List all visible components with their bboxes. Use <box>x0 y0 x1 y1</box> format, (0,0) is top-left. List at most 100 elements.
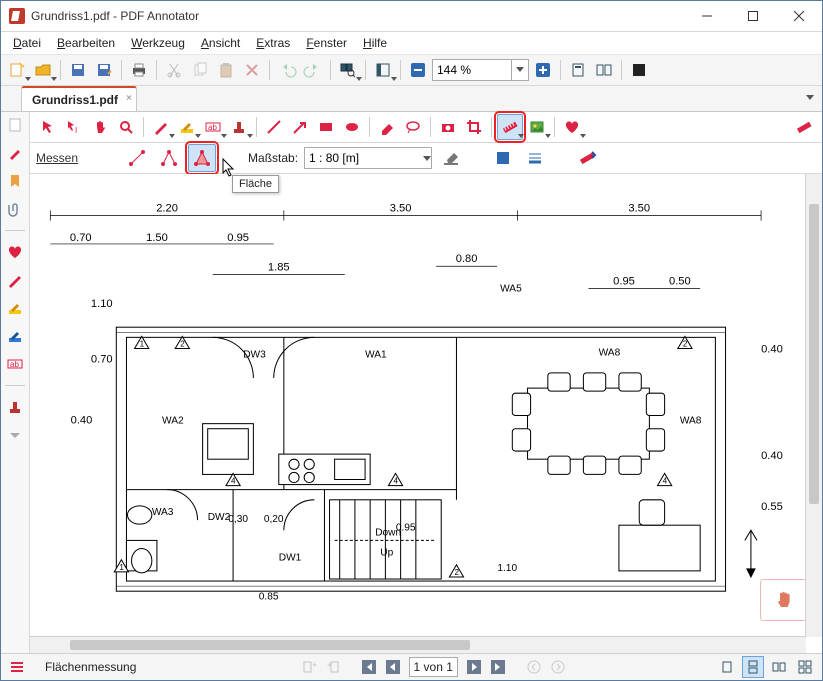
measure-erase-button[interactable] <box>574 145 600 171</box>
page-icon[interactable] <box>6 116 24 134</box>
highlighter-cyan-icon[interactable] <box>6 327 24 345</box>
chevron-down-icon[interactable] <box>511 60 528 80</box>
rectangle-tool[interactable] <box>314 115 338 139</box>
redo-button[interactable] <box>301 58 325 82</box>
tooltip: Fläche <box>232 175 279 193</box>
select-text-tool[interactable]: I <box>62 115 86 139</box>
next-page-button[interactable] <box>464 657 484 677</box>
undo-button[interactable] <box>275 58 299 82</box>
two-page-button[interactable] <box>592 58 616 82</box>
stroke-width-button[interactable] <box>522 145 548 171</box>
highlighter-yellow-icon[interactable] <box>6 299 24 317</box>
color-button[interactable] <box>490 145 516 171</box>
image-tool[interactable] <box>525 115 549 139</box>
horizontal-scrollbar[interactable] <box>30 636 806 653</box>
fullscreen-button[interactable] <box>627 58 651 82</box>
pen-tool[interactable] <box>149 115 173 139</box>
pan-tool[interactable] <box>88 115 112 139</box>
stamp-tool[interactable] <box>227 115 251 139</box>
scale-combo[interactable] <box>304 147 432 169</box>
scale-settings-button[interactable] <box>438 145 464 171</box>
insert-page-before-button[interactable]: + <box>299 657 319 677</box>
page-indicator[interactable]: 1 von 1 <box>409 657 458 677</box>
scale-input[interactable] <box>305 151 423 165</box>
statusbar: Flächenmessung + + 1 von 1 <box>1 653 822 680</box>
menu-hilfe[interactable]: Hilfe <box>357 34 393 52</box>
crop-tool[interactable] <box>462 115 486 139</box>
zoom-in-button[interactable] <box>531 58 555 82</box>
menu-datei[interactable]: Datei <box>7 34 47 52</box>
bookmark-icon[interactable] <box>6 172 24 190</box>
favorites-tool[interactable] <box>560 115 584 139</box>
layout-twoup-button[interactable] <box>768 656 790 678</box>
save-button[interactable] <box>66 58 90 82</box>
open-button[interactable] <box>31 58 55 82</box>
svg-text:2: 2 <box>454 568 459 577</box>
menu-bearbeiten[interactable]: Bearbeiten <box>51 34 121 52</box>
zoom-out-button[interactable] <box>406 58 430 82</box>
svg-text:I: I <box>75 126 77 135</box>
select-tool[interactable] <box>36 115 60 139</box>
ellipse-tool[interactable] <box>340 115 364 139</box>
annotation-pen-icon[interactable] <box>6 144 24 162</box>
camera-tool[interactable] <box>436 115 460 139</box>
tab-grundriss1[interactable]: Grundriss1.pdf × <box>21 86 137 111</box>
menu-extras[interactable]: Extras <box>250 34 296 52</box>
tab-close-icon[interactable]: × <box>126 93 132 104</box>
vertical-scrollbar[interactable] <box>805 174 822 637</box>
cut-button[interactable] <box>162 58 186 82</box>
status-mode: Flächenmessung <box>31 660 150 674</box>
svg-text:WA8: WA8 <box>680 416 702 427</box>
line-tool[interactable] <box>262 115 286 139</box>
minimize-button[interactable] <box>684 1 730 31</box>
single-page-button[interactable] <box>566 58 590 82</box>
nav-forward-button[interactable] <box>548 657 568 677</box>
red-pen-icon[interactable] <box>6 271 24 289</box>
layout-twoup-continuous-button[interactable] <box>794 656 816 678</box>
text-tool-icon[interactable]: ab <box>6 355 24 373</box>
marquee-zoom-tool[interactable] <box>114 115 138 139</box>
tab-overflow-button[interactable] <box>802 90 818 106</box>
new-button[interactable] <box>5 58 29 82</box>
prev-page-button[interactable] <box>383 657 403 677</box>
annotation-list-icon[interactable] <box>7 657 27 677</box>
layout-single-button[interactable] <box>716 656 738 678</box>
textbox-tool[interactable]: ab <box>201 115 225 139</box>
search-button[interactable] <box>336 58 360 82</box>
zoom-input[interactable] <box>433 63 511 77</box>
nav-back-button[interactable] <box>524 657 544 677</box>
save-as-button[interactable] <box>92 58 116 82</box>
copy-button[interactable] <box>188 58 212 82</box>
document-view[interactable]: 2.20 3.50 3.50 0.70 1.50 0.95 1.85 0.80 … <box>30 174 822 653</box>
delete-button[interactable] <box>240 58 264 82</box>
zoom-combo[interactable] <box>432 59 529 81</box>
eraser-tool[interactable] <box>375 115 399 139</box>
tool-dropdown-icon[interactable] <box>6 426 24 444</box>
close-button[interactable] <box>776 1 822 31</box>
arrow-tool[interactable] <box>288 115 312 139</box>
maximize-button[interactable] <box>730 1 776 31</box>
chevron-down-icon[interactable] <box>423 151 431 165</box>
measure-distance-button[interactable] <box>124 145 150 171</box>
first-page-button[interactable] <box>359 657 379 677</box>
svg-text:0.50: 0.50 <box>669 276 691 288</box>
lasso-tool[interactable] <box>401 115 425 139</box>
attachment-icon[interactable] <box>6 200 24 218</box>
svg-text:1.50: 1.50 <box>146 232 168 244</box>
stamp-icon[interactable] <box>6 398 24 416</box>
menu-ansicht[interactable]: Ansicht <box>195 34 246 52</box>
layout-continuous-button[interactable] <box>742 656 764 678</box>
menu-werkzeug[interactable]: Werkzeug <box>125 34 191 52</box>
measure-area-button[interactable] <box>188 144 216 172</box>
heart-icon[interactable] <box>6 243 24 261</box>
menu-fenster[interactable]: Fenster <box>300 34 353 52</box>
measure-perimeter-button[interactable] <box>156 145 182 171</box>
sidebar-toggle-button[interactable] <box>371 58 395 82</box>
measure-tool[interactable] <box>497 114 523 140</box>
print-button[interactable] <box>127 58 151 82</box>
svg-text:ab: ab <box>10 360 19 369</box>
paste-button[interactable] <box>214 58 238 82</box>
marker-tool[interactable] <box>175 115 199 139</box>
last-page-button[interactable] <box>488 657 508 677</box>
insert-page-after-button[interactable]: + <box>323 657 343 677</box>
